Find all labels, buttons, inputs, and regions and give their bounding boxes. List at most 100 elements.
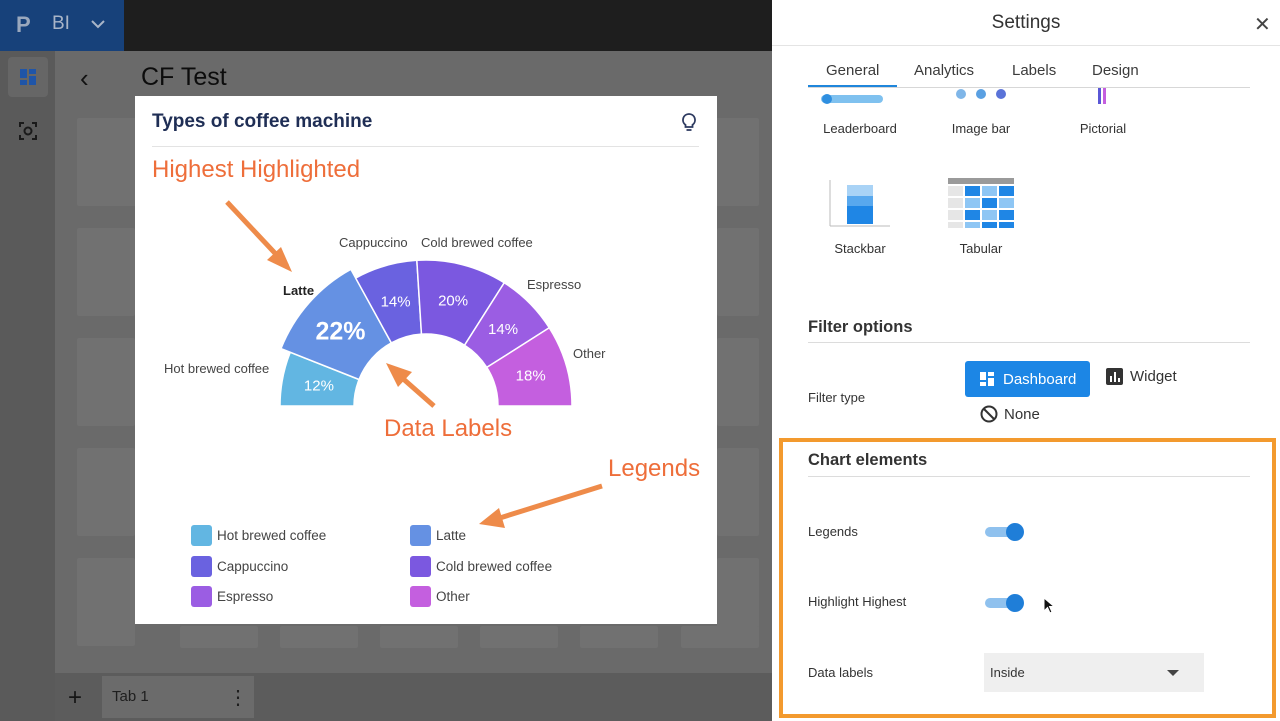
widget-placeholder[interactable]	[717, 228, 759, 316]
chart-type-image-bar[interactable]: Image bar	[926, 88, 1036, 143]
settings-title: Settings	[991, 12, 1061, 33]
legend-swatch	[191, 586, 212, 607]
left-nav	[0, 51, 55, 721]
data-labels-value: Inside	[990, 665, 1025, 680]
category-label-cold: Cold brewed coffee	[421, 235, 533, 250]
chart-type-label: Image bar	[951, 121, 1011, 136]
chart-type-pictorial[interactable]: Pictorial	[1048, 88, 1158, 143]
chart-slice-cappuccino[interactable]	[354, 259, 423, 344]
widget-placeholder[interactable]	[681, 626, 759, 648]
widget-placeholder[interactable]	[77, 338, 135, 426]
filter-none-label: None	[1004, 405, 1040, 423]
filter-none-button[interactable]: None	[980, 405, 1040, 423]
category-label-cappuccino: Cappuccino	[339, 235, 408, 250]
tab-more-button[interactable]: ⋮	[228, 685, 248, 710]
chart-type-leaderboard[interactable]: Leaderboard	[805, 88, 915, 143]
table-cell	[982, 222, 997, 228]
widget-preview: Types of coffee machine Highest Highligh…	[135, 96, 717, 624]
tab-design[interactable]: Design	[1092, 62, 1139, 79]
legend-item-hot[interactable]: Hot brewed coffee	[191, 525, 326, 546]
chart-slice-espresso[interactable]	[463, 281, 551, 369]
data-label-latte: 22%	[315, 318, 365, 346]
caret-down-icon	[1167, 670, 1179, 676]
tab-1[interactable]: Tab 1 ⋮	[102, 676, 254, 718]
app-window: P BI ‹ CF Test + Tab 1 ⋮ Types of coffee…	[0, 0, 1280, 721]
annotation-data-labels: Data Labels	[384, 415, 513, 442]
legend-swatch	[410, 525, 431, 546]
brand-switcher[interactable]: P BI	[0, 0, 124, 51]
highlight-highest-toggle[interactable]	[983, 593, 1027, 613]
widget-title: Types of coffee machine	[152, 111, 373, 132]
filter-dashboard-label: Dashboard	[1003, 370, 1077, 388]
scan-nav-button[interactable]	[8, 111, 48, 151]
legend-item-latte[interactable]: Latte	[410, 525, 466, 546]
close-icon[interactable]: ✕	[1254, 12, 1271, 37]
filter-dashboard-button[interactable]: Dashboard	[965, 361, 1090, 397]
table-cell	[999, 222, 1014, 228]
table-cell	[982, 186, 997, 196]
category-label-hot: Hot brewed coffee	[164, 361, 270, 376]
table-cell	[999, 186, 1014, 196]
legend-swatch	[191, 525, 212, 546]
lightbulb-icon[interactable]	[678, 111, 700, 133]
chart-slice-hot[interactable]	[279, 351, 360, 407]
table-cell	[965, 210, 980, 220]
tab-analytics[interactable]: Analytics	[914, 62, 974, 79]
filter-options-divider	[808, 342, 1250, 343]
widget-placeholder[interactable]	[280, 626, 358, 648]
pictorial-icon	[1098, 88, 1106, 104]
legend-label: Cold brewed coffee	[436, 559, 553, 574]
widget-placeholder[interactable]	[580, 626, 658, 648]
legend-item-other[interactable]: Other	[410, 586, 470, 607]
legend-swatch	[191, 556, 212, 577]
chart-slice-cold[interactable]	[416, 259, 505, 346]
widget-divider	[152, 146, 699, 147]
category-label-other: Other	[573, 346, 606, 361]
toggle-knob	[1006, 594, 1024, 612]
chart-type-tabular[interactable]: Tabular	[926, 176, 1036, 260]
legend-item-cold[interactable]: Cold brewed coffee	[410, 556, 552, 577]
legend-label: Hot brewed coffee	[217, 528, 327, 543]
table-cell	[948, 198, 963, 208]
data-labels-select[interactable]: Inside	[984, 653, 1204, 692]
widget-placeholder[interactable]	[480, 626, 558, 648]
legend-label: Cappuccino	[217, 559, 289, 574]
tab-labels[interactable]: Labels	[1012, 62, 1056, 79]
widget-placeholder[interactable]	[717, 448, 759, 536]
back-button[interactable]: ‹	[80, 63, 89, 94]
filter-widget-label: Widget	[1130, 368, 1177, 385]
widget-placeholder[interactable]	[180, 626, 258, 648]
widget-placeholder[interactable]	[717, 338, 759, 426]
chart-slice-other[interactable]	[486, 327, 573, 407]
legend-label: Other	[436, 589, 470, 604]
legend-item-cappuccino[interactable]: Cappuccino	[191, 556, 288, 577]
chart-elements-title: Chart elements	[808, 451, 928, 469]
chart-type-stackbar[interactable]: Stackbar	[805, 176, 915, 260]
data-label-other: 18%	[516, 368, 546, 385]
block-icon	[980, 405, 998, 423]
table-cell	[965, 198, 980, 208]
widget-placeholder[interactable]	[380, 626, 458, 648]
tab-general[interactable]: General	[826, 62, 879, 79]
data-label-hot: 12%	[304, 378, 334, 395]
toggle-knob	[1006, 523, 1024, 541]
legend-item-espresso[interactable]: Espresso	[191, 586, 273, 607]
table-cell	[999, 210, 1014, 220]
settings-header-divider	[772, 45, 1280, 46]
widget-placeholder[interactable]	[77, 448, 135, 536]
legend-label: Latte	[436, 528, 467, 543]
add-tab-button[interactable]: +	[68, 684, 82, 712]
settings-panel: Settings ✕ General Analytics Labels Desi…	[772, 0, 1280, 721]
chart-elements-divider	[808, 476, 1250, 477]
legend-swatch	[410, 586, 431, 607]
filter-widget-button[interactable]: Widget	[1106, 368, 1177, 385]
table-cell	[982, 210, 997, 220]
dashboard-nav-button[interactable]	[8, 57, 48, 97]
tab-label: Tab 1	[112, 688, 149, 705]
widget-placeholder[interactable]	[77, 558, 135, 646]
table-cell	[948, 210, 963, 220]
legends-toggle[interactable]	[983, 522, 1027, 542]
image-bar-icon	[956, 89, 1006, 99]
widget-placeholder[interactable]	[77, 228, 135, 316]
dashboard-icon	[980, 372, 994, 386]
